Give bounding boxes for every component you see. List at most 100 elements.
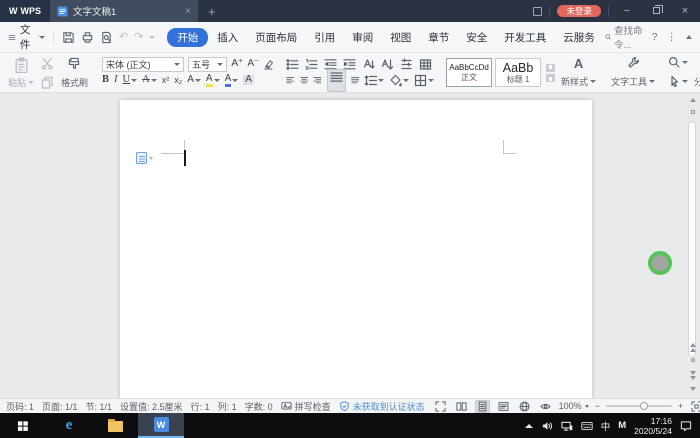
align-center-icon[interactable] <box>300 74 309 87</box>
char-shading-button[interactable]: A <box>243 75 254 85</box>
status-word-count[interactable]: 字数: 0 <box>245 400 273 413</box>
wps-logo[interactable]: W WPS <box>0 0 50 22</box>
tray-expand-icon[interactable] <box>525 424 533 428</box>
web-view-button[interactable] <box>517 400 532 413</box>
insert-table-icon[interactable] <box>419 58 432 71</box>
format-painter-button[interactable]: 格式刷 <box>59 56 90 90</box>
font-color-button[interactable]: A <box>225 74 239 87</box>
line-spacing-button[interactable] <box>364 74 384 87</box>
skin-icon[interactable] <box>533 7 542 16</box>
zoom-slider-thumb[interactable] <box>640 402 648 410</box>
fullscreen-view-button[interactable] <box>433 400 448 413</box>
paragraph-layout-button[interactable] <box>136 152 153 164</box>
find-command-box[interactable]: 查找命令... <box>605 23 643 51</box>
minimize-button[interactable]: − <box>616 5 638 17</box>
text-direction-icon[interactable] <box>362 58 375 71</box>
print-icon[interactable] <box>81 31 94 44</box>
ruler-toggle-button[interactable] <box>687 107 698 117</box>
justify-button[interactable] <box>327 69 346 92</box>
zoom-in-button[interactable]: + <box>678 401 683 411</box>
paste-button[interactable]: 粘贴 <box>6 56 36 90</box>
font-name-select[interactable]: 宋体 (正文) <box>102 57 184 72</box>
tab-home[interactable]: 开始 <box>167 28 208 47</box>
numbered-list-icon[interactable] <box>305 58 318 71</box>
cert-status[interactable]: 未获取到认证状态 <box>339 400 425 413</box>
eye-protect-button[interactable] <box>538 400 553 413</box>
tab-cloud[interactable]: 云服务 <box>555 28 603 47</box>
zoom-out-button[interactable]: − <box>595 401 600 411</box>
tab-security[interactable]: 安全 <box>458 28 495 47</box>
cjk-layout-icon[interactable] <box>400 58 413 71</box>
bold-button[interactable]: B <box>102 75 109 86</box>
undo-icon[interactable]: ↶ <box>119 32 128 43</box>
tab-developer[interactable]: 开发工具 <box>496 28 554 47</box>
clock[interactable]: 17:16 2020/5/24 <box>634 416 672 436</box>
font-size-select[interactable]: 五号 <box>188 57 227 72</box>
touch-keyboard-icon[interactable] <box>581 420 593 432</box>
multi-page-view-button[interactable] <box>454 400 469 413</box>
distribute-icon[interactable] <box>351 74 360 87</box>
taskbar-edge-button[interactable]: e <box>46 413 92 438</box>
copy-icon[interactable] <box>41 76 54 89</box>
collapse-ribbon-icon[interactable] <box>686 35 692 39</box>
close-button[interactable]: × <box>674 5 696 17</box>
pinyin-guide-button[interactable]: A <box>187 75 201 85</box>
subscript-button[interactable]: x₂ <box>174 76 182 85</box>
outline-view-button[interactable] <box>496 400 511 413</box>
fit-page-button[interactable] <box>689 400 700 413</box>
grow-font-button[interactable]: A⁺ <box>231 59 243 69</box>
scrollbar-thumb[interactable] <box>688 121 696 357</box>
align-left-icon[interactable] <box>286 74 295 87</box>
bullet-list-icon[interactable] <box>286 58 299 71</box>
shading-button[interactable] <box>389 74 409 87</box>
tab-references[interactable]: 引用 <box>306 28 343 47</box>
tab-review[interactable]: 审阅 <box>344 28 381 47</box>
floating-assistant-ball[interactable] <box>648 251 672 275</box>
qat-dropdown-icon[interactable] <box>149 36 155 39</box>
italic-button[interactable]: I <box>114 75 118 86</box>
redo-icon[interactable]: ↷ <box>134 32 143 43</box>
tab-insert[interactable]: 插入 <box>209 28 246 47</box>
superscript-button[interactable]: x² <box>162 76 170 85</box>
find-button[interactable] <box>668 56 688 69</box>
align-right-icon[interactable] <box>313 74 322 87</box>
share-document-button[interactable]: 分享文档 <box>692 55 700 89</box>
select-browse-object-button[interactable] <box>687 355 698 365</box>
tab-close-icon[interactable]: × <box>185 6 191 17</box>
restore-button[interactable] <box>645 5 667 17</box>
tab-section[interactable]: 章节 <box>420 28 457 47</box>
ime-mode-badge[interactable]: M <box>618 420 626 431</box>
save-icon[interactable] <box>62 31 75 44</box>
previous-page-button[interactable] <box>687 342 698 352</box>
scroll-down-button[interactable] <box>687 384 698 394</box>
taskbar-wps-button[interactable]: W <box>138 413 184 438</box>
taskbar-explorer-button[interactable] <box>92 413 138 438</box>
text-tools-button[interactable]: 文字工具 <box>610 55 656 89</box>
file-menu[interactable]: 文件 <box>8 22 51 52</box>
zoom-level[interactable]: 100% <box>559 401 589 411</box>
ime-indicator[interactable]: 中 <box>601 419 611 433</box>
clear-format-icon[interactable] <box>263 59 274 70</box>
document-area[interactable] <box>0 93 700 398</box>
cut-icon[interactable] <box>41 57 54 70</box>
action-center-icon[interactable] <box>680 420 692 432</box>
vertical-scrollbar[interactable] <box>687 95 698 396</box>
borders-button[interactable] <box>414 74 434 87</box>
next-page-button[interactable] <box>687 370 698 380</box>
document-tab[interactable]: 文字文稿1 × <box>50 0 198 22</box>
print-preview-icon[interactable] <box>100 31 113 44</box>
spellcheck-button[interactable]: 拼写检查 <box>281 400 331 413</box>
scroll-up-button[interactable] <box>687 95 698 105</box>
underline-button[interactable]: U <box>123 75 138 86</box>
style-normal[interactable]: AaBbCcDd 正文 <box>446 58 492 87</box>
more-menu-icon[interactable]: ⋮ <box>667 31 678 43</box>
page[interactable] <box>120 100 592 398</box>
style-scroll-down[interactable] <box>546 74 555 82</box>
highlight-button[interactable]: A <box>206 74 220 87</box>
tab-page-layout[interactable]: 页面布局 <box>247 28 305 47</box>
tab-view[interactable]: 视图 <box>382 28 419 47</box>
volume-icon[interactable] <box>541 420 553 432</box>
new-tab-button[interactable]: + <box>198 4 226 19</box>
start-button[interactable] <box>0 413 46 438</box>
style-heading1[interactable]: AaBb 标题 1 <box>495 58 541 87</box>
